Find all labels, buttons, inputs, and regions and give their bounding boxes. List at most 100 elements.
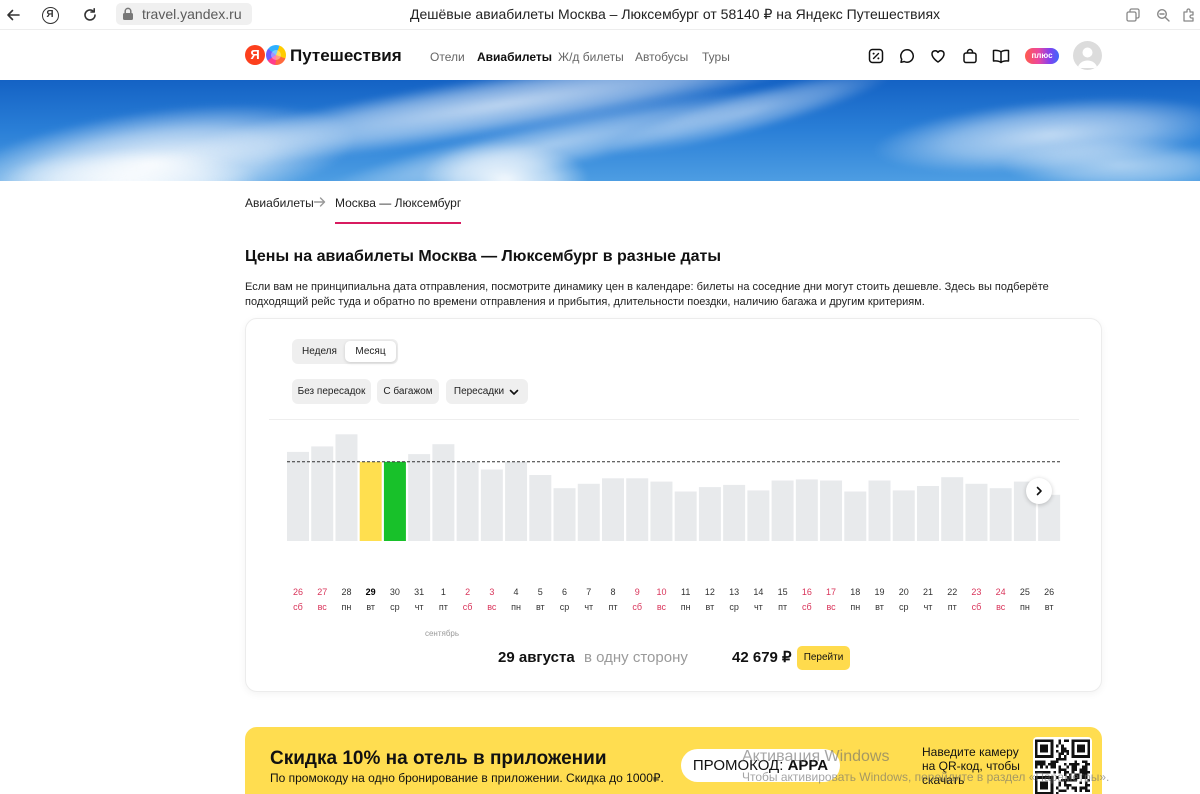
price-bar[interactable] <box>698 487 721 541</box>
price-bar[interactable] <box>408 454 431 541</box>
search-icon <box>1156 8 1170 22</box>
price-bar[interactable] <box>965 483 988 541</box>
price-bar[interactable] <box>311 446 334 541</box>
yandex-button[interactable]: Я <box>39 4 61 26</box>
month-label: сентябрь <box>425 629 459 638</box>
selected-date: 29 августа <box>498 649 575 666</box>
price-bar[interactable] <box>916 486 939 541</box>
go-button[interactable]: Перейти <box>797 646 850 670</box>
qr-hint: Наведите камеру на QR-код, чтобы скачать <box>922 745 1020 787</box>
date-label: 20 <box>899 587 909 597</box>
back-button[interactable] <box>2 4 24 26</box>
discount-button[interactable] <box>866 46 886 66</box>
price-bar[interactable] <box>335 434 358 541</box>
weekday-label: чт <box>754 602 763 612</box>
promo-subtitle: По промокоду на одно бронирование в прил… <box>270 771 664 785</box>
price-bar[interactable] <box>723 484 746 541</box>
price-bar[interactable] <box>456 461 479 541</box>
price-bar[interactable] <box>844 491 867 542</box>
chevron-right-icon <box>1036 486 1042 496</box>
address-bar[interactable]: travel.yandex.ru <box>116 3 252 25</box>
refresh-icon <box>84 8 96 21</box>
brand-name[interactable]: Путешествия <box>290 45 402 67</box>
price-bar[interactable] <box>432 444 455 541</box>
app-promo-banner[interactable]: Скидка 10% на отель в приложении По пром… <box>245 727 1102 794</box>
price-bar[interactable] <box>553 488 576 541</box>
filter-baggage[interactable]: С багажом <box>377 379 439 404</box>
date-label: 19 <box>875 587 885 597</box>
price-bar[interactable] <box>383 461 406 541</box>
price-bar[interactable] <box>820 480 843 542</box>
price-bar[interactable] <box>480 469 503 542</box>
weekday-label: вт <box>536 602 545 612</box>
weekday-label: чт <box>584 602 593 612</box>
refresh-button[interactable] <box>79 4 101 26</box>
weekday-label: сб <box>632 602 642 612</box>
price-bar[interactable] <box>674 491 697 542</box>
price-bar[interactable] <box>747 490 770 541</box>
zoom-button[interactable] <box>1152 4 1174 26</box>
nav-flights[interactable]: Авиабилеты <box>477 50 552 64</box>
price-bar[interactable] <box>650 481 673 541</box>
price-bar[interactable] <box>892 490 915 541</box>
date-label: 29 <box>366 587 376 597</box>
date-label: 15 <box>778 587 788 597</box>
nav-buses[interactable]: Автобусы <box>635 50 688 64</box>
nav-trains[interactable]: Ж/д билеты <box>558 50 624 64</box>
support-chat-button[interactable] <box>897 46 917 66</box>
chevron-down-icon <box>509 389 519 395</box>
orders-button[interactable] <box>960 46 980 66</box>
weekday-label: чт <box>924 602 933 612</box>
tab-week[interactable]: Неделя <box>294 341 345 362</box>
weekday-label: пт <box>439 602 448 612</box>
date-label: 6 <box>562 587 567 597</box>
date-label: 22 <box>947 587 957 597</box>
filter-stops-dropdown[interactable]: Пересадки <box>446 379 528 404</box>
weekday-label: пн <box>681 602 691 612</box>
qr-code <box>1033 737 1092 794</box>
price-bar[interactable] <box>529 475 552 541</box>
favorites-button[interactable] <box>928 46 948 66</box>
price-bar[interactable] <box>868 480 891 542</box>
weekday-label: ср <box>899 602 909 612</box>
weekday-label: сб <box>972 602 982 612</box>
price-bar[interactable] <box>771 480 794 542</box>
date-label: 8 <box>610 587 615 597</box>
weekday-label: пт <box>608 602 617 612</box>
price-bar[interactable] <box>989 488 1012 541</box>
price-bar[interactable] <box>577 483 600 541</box>
nav-tours[interactable]: Туры <box>702 50 730 64</box>
book-icon <box>992 49 1010 64</box>
qr-code-image <box>1035 739 1090 794</box>
price-bar[interactable] <box>795 479 818 541</box>
next-period-button[interactable] <box>1026 478 1052 504</box>
promo-code-pill[interactable]: ПРОМОКОД: APPA <box>681 749 840 782</box>
price-bar[interactable] <box>359 461 382 541</box>
date-label: 9 <box>635 587 640 597</box>
breadcrumb-item-flights[interactable]: Авиабилеты <box>245 196 314 210</box>
journal-button[interactable] <box>991 46 1011 66</box>
weekday-label: вс <box>996 602 1006 612</box>
weekday-label: чт <box>415 602 424 612</box>
price-bar[interactable] <box>601 478 624 541</box>
breadcrumb-item-route[interactable]: Москва — Люксембург <box>335 196 462 224</box>
nav-hotels[interactable]: Отели <box>430 50 465 64</box>
price-bar[interactable] <box>626 478 649 541</box>
date-label: 4 <box>514 587 519 597</box>
plus-badge[interactable]: плюс <box>1025 48 1059 64</box>
filter-nonstop[interactable]: Без пересадок <box>292 379 371 404</box>
extensions-button[interactable] <box>1178 4 1200 26</box>
tabs-button[interactable] <box>1122 4 1144 26</box>
qr-modules <box>1035 739 1090 794</box>
tab-month[interactable]: Месяц <box>345 341 396 362</box>
price-bar[interactable] <box>941 477 964 541</box>
chat-icon <box>900 49 914 64</box>
avatar[interactable] <box>1073 41 1102 70</box>
weekday-label: пт <box>778 602 787 612</box>
price-bar[interactable] <box>287 451 309 541</box>
yandex-logo[interactable]: Я <box>245 45 265 65</box>
weekday-label: сб <box>293 602 303 612</box>
price-bar[interactable] <box>505 461 528 541</box>
browser-toolbar: Я travel.yandex.ru Дешёвые авиабилеты Мо… <box>0 0 1200 30</box>
date-label: 1 <box>441 587 446 597</box>
